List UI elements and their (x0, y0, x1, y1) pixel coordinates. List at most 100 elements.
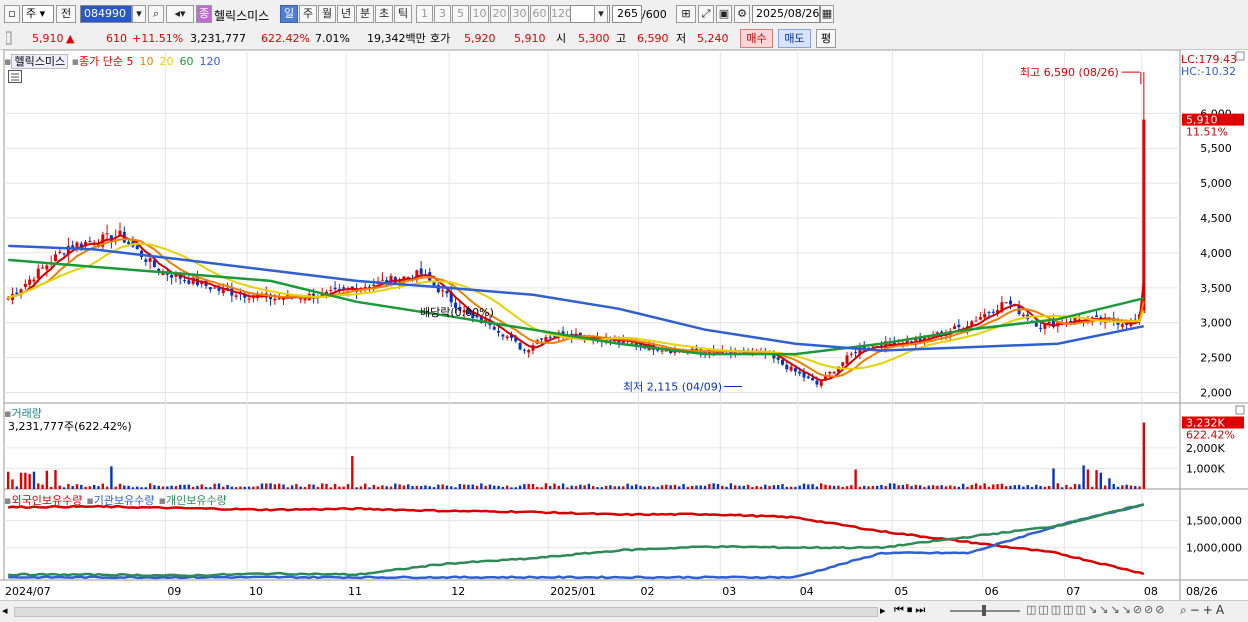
chart-area[interactable]: 2024/07 09 10 11 12 2025/01 02 03 04 05 06 07 08 08/2… (0, 49, 1248, 600)
volume-bar (484, 485, 487, 489)
x-tick-label: 11 (348, 585, 362, 598)
y-tick-label: 4,000 (1200, 247, 1232, 260)
minute-tab[interactable]: 20 (490, 5, 509, 23)
minute-tab[interactable]: 1 (416, 5, 433, 23)
x-tick-label: 07 (1066, 585, 1080, 598)
minute-tab[interactable]: 3 (434, 5, 451, 23)
period-tab[interactable]: 분 (356, 5, 374, 23)
search-icon[interactable]: ⌕ (148, 5, 164, 23)
volume-bar (690, 485, 694, 489)
drawing-tools-icon[interactable]: ◫◫◫◫◫↘↘↘↘⊘⊘⊘ (1026, 603, 1166, 616)
date-input[interactable]: 2025/08/26 (752, 5, 820, 23)
scroll-left-icon[interactable]: ◂ (2, 604, 8, 617)
chart-svg[interactable]: 2024/07 09 10 11 12 2025/01 02 03 04 05 06 07 08 08/2… (0, 49, 1248, 600)
buy-button[interactable]: 매수 (740, 29, 773, 48)
trade-amount: 19,342백만 (367, 32, 426, 45)
volume-bar (1134, 486, 1137, 489)
period-tab[interactable]: 월 (318, 5, 336, 23)
code-input[interactable]: 084990 (80, 5, 132, 23)
count-input[interactable]: 265 (612, 5, 642, 23)
volume-bar (940, 485, 943, 489)
volume-bar (398, 484, 401, 489)
volume-bar (312, 484, 315, 489)
scrollbar-track[interactable] (14, 607, 878, 617)
x-tick-label: 12 (451, 585, 465, 598)
volume-bar (243, 486, 246, 489)
period-tab[interactable]: 틱 (394, 5, 412, 23)
gear-icon[interactable]: ⚙ (734, 5, 750, 23)
volume-bar (153, 485, 156, 489)
candle-body (23, 283, 27, 288)
volume-bar (824, 484, 827, 489)
volume-bar (299, 486, 302, 489)
volume-bar (673, 484, 677, 489)
period-tab[interactable]: 년 (337, 5, 355, 23)
volume-bar (295, 483, 298, 489)
volume-bar (523, 484, 526, 489)
volume-bar (815, 486, 819, 489)
minute-tab[interactable]: 10 (470, 5, 489, 23)
volume-bar (411, 486, 414, 489)
volume-bar (914, 484, 918, 489)
ma-label: 120 (199, 55, 221, 68)
volume-bar (910, 486, 913, 489)
save-icon[interactable]: ▣ (716, 5, 732, 23)
volume-bar (527, 483, 530, 489)
volume-bar (540, 487, 543, 489)
volume-bar (1013, 485, 1016, 489)
y-tick-label: 5,500 (1200, 142, 1232, 155)
avg-button[interactable]: 평 (816, 29, 836, 48)
period-select[interactable]: 주 ▾ (22, 5, 54, 23)
volume-bar (1043, 486, 1047, 489)
volume-bar (703, 485, 707, 489)
candle-body (36, 268, 40, 279)
tools-icon[interactable]: ⤢ (698, 5, 714, 23)
minute-tab[interactable]: 30 (510, 5, 529, 23)
period-tab[interactable]: 주 (299, 5, 317, 23)
volume-bar (273, 484, 277, 489)
volume-bar (1095, 470, 1098, 489)
speaker-icon[interactable]: ◂▾ (166, 5, 194, 23)
candle-body (152, 260, 156, 268)
period-tab[interactable]: 일 (280, 5, 298, 23)
volume-bar (678, 486, 681, 489)
minute-tab[interactable]: 120 (550, 5, 572, 23)
sell-button[interactable]: 매도 (778, 29, 811, 48)
volume-bar (239, 486, 242, 489)
prev-button[interactable]: 전 (56, 5, 76, 23)
volume-bar (970, 484, 973, 489)
playback-controls-icon[interactable]: ⏮⏹⏭ (894, 603, 928, 617)
ma-label: 60 (179, 55, 194, 68)
volume-bar (613, 486, 616, 489)
minute-tab[interactable]: 5 (452, 5, 469, 23)
candle-body (501, 334, 505, 337)
zoom-slider-handle[interactable] (982, 605, 986, 616)
volume-bar (764, 484, 767, 489)
minute-tab[interactable]: 60 (530, 5, 549, 23)
volume-bar (733, 485, 737, 489)
candle-icon[interactable]: ⊞ (676, 5, 696, 23)
code-dropdown-icon[interactable]: ▾ (132, 5, 146, 23)
volume-bar (574, 486, 578, 489)
scroll-right-icon[interactable]: ▸ (880, 604, 886, 617)
x-tick-label: 05 (894, 585, 908, 598)
candle-body (518, 342, 522, 350)
window-icon[interactable]: ▫ (4, 5, 20, 23)
volume-bar (1000, 483, 1004, 489)
volume-bar (54, 470, 57, 489)
unit-dropdown-icon[interactable]: ▾ (594, 5, 608, 23)
volume-bar (514, 487, 517, 489)
calculator-icon[interactable] (8, 70, 22, 83)
calendar-icon[interactable]: ▦ (820, 5, 834, 23)
candle-body (445, 291, 449, 294)
volume-bar (643, 486, 647, 489)
period-tab[interactable]: 초 (375, 5, 393, 23)
volume-subtitle: 3,231,777주(622.42%) (8, 420, 132, 433)
volume-bar (906, 484, 909, 489)
zoom-controls-icon[interactable]: ⌕−+A (1180, 603, 1227, 618)
volume-bar (729, 483, 733, 489)
volume-bar (936, 485, 939, 489)
ask-label: 호가 (430, 32, 451, 45)
candle-body (144, 259, 148, 262)
bid-price: 5,910 (514, 32, 546, 45)
